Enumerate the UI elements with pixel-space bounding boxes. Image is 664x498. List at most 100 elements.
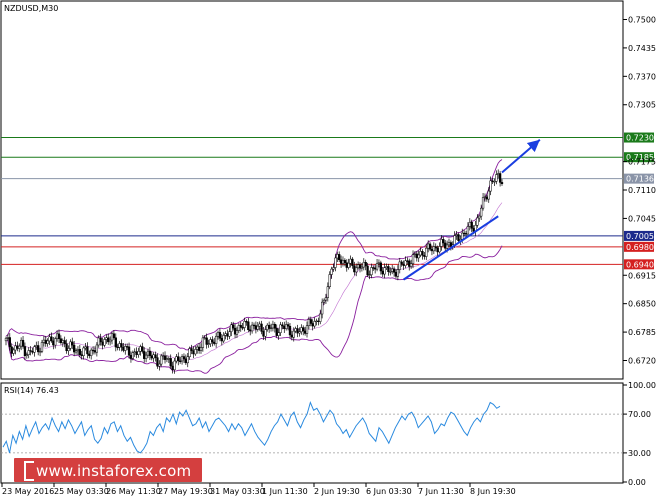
candle-body <box>44 339 47 344</box>
candle-body <box>438 246 441 253</box>
candle-body <box>184 358 187 364</box>
candle-body <box>375 263 379 270</box>
candle-body <box>419 251 422 256</box>
candle-body <box>74 350 78 353</box>
candle-body <box>264 329 267 337</box>
chart-title: NZDUSD,M30 <box>4 4 58 13</box>
candle-body <box>112 333 116 339</box>
candle-body <box>169 358 172 367</box>
candle-body <box>436 247 439 253</box>
candle-body <box>381 270 384 275</box>
candle-body <box>243 321 246 328</box>
price-tick-label: 0.7370 <box>628 72 656 81</box>
rsi-tick-label: 0.00 <box>628 478 646 487</box>
time-axis: 23 May 2016 25 May 03:3026 May 11:3027 Ma… <box>1 483 516 496</box>
candle-body <box>37 345 40 353</box>
candle-body <box>368 274 371 276</box>
candle-body <box>88 353 91 356</box>
candle-body <box>324 297 328 301</box>
candle-body <box>427 243 430 249</box>
annotations <box>403 138 541 281</box>
candle-body <box>279 324 282 333</box>
price-tick-label: 0.7110 <box>628 186 656 195</box>
candle-body <box>283 325 286 329</box>
candle-body <box>468 222 471 227</box>
forecast-arrow <box>501 138 541 174</box>
level-tag-label: 0.6940 <box>626 260 654 269</box>
price-tick-label: 0.7435 <box>628 44 656 53</box>
candle-body <box>478 215 481 219</box>
bollinger-bands <box>5 159 503 374</box>
candle-body <box>114 337 117 348</box>
candle-body <box>309 319 312 324</box>
candle-body <box>165 358 169 360</box>
rsi-line <box>2 400 501 454</box>
candle-body <box>489 180 492 192</box>
candle-body <box>409 263 413 267</box>
candle-body <box>40 342 44 352</box>
candle-body <box>266 324 269 330</box>
candle-body <box>472 228 475 232</box>
candle-body <box>417 254 420 259</box>
candle-body <box>99 337 102 343</box>
candle-body <box>120 343 123 348</box>
candle-body <box>167 358 170 360</box>
candle-body <box>182 356 186 360</box>
candle-body <box>483 196 487 198</box>
rsi-tick-label: 100.00 <box>628 381 656 390</box>
candle-body <box>139 346 142 352</box>
candle-body <box>249 329 252 332</box>
candle-body <box>326 286 329 298</box>
candle-body <box>330 268 333 275</box>
candle-body <box>481 197 485 209</box>
candle-body <box>288 325 292 336</box>
candle-body <box>214 336 218 344</box>
candle-body <box>103 339 106 346</box>
candle-body <box>131 352 134 359</box>
candle-body <box>349 258 352 264</box>
candle-body <box>63 340 66 344</box>
candle-body <box>230 324 233 332</box>
candle-body <box>281 324 284 327</box>
candle-body <box>269 327 273 330</box>
candle-body <box>97 337 100 346</box>
candle-body <box>292 330 295 338</box>
candle-body <box>148 350 152 356</box>
candle-body <box>163 355 167 360</box>
candle-body <box>430 248 434 252</box>
candle-body <box>93 350 97 353</box>
candle-body <box>14 345 17 351</box>
candle-body <box>129 355 133 359</box>
candle-body <box>65 343 68 352</box>
candle-body <box>59 338 63 343</box>
candle-body <box>275 328 278 336</box>
candle-body <box>127 346 131 356</box>
candle-body <box>406 260 409 262</box>
candle-body <box>271 323 275 329</box>
candle-body <box>201 337 205 348</box>
candle-body <box>360 266 364 269</box>
candle-body <box>336 254 339 259</box>
candle-body <box>110 333 114 341</box>
candle-body <box>237 325 241 331</box>
candle-body <box>332 267 335 270</box>
candle-body <box>285 324 288 329</box>
candle-body <box>78 349 81 355</box>
candle-body <box>207 343 210 345</box>
candle-body <box>235 330 239 335</box>
candle-body <box>91 349 95 352</box>
level-lines: 0.72300.71850.71360.70050.69800.6940 <box>1 132 654 270</box>
candle-body <box>356 264 360 269</box>
level-tag-label: 0.7136 <box>626 175 654 184</box>
candle-body <box>462 232 466 235</box>
candle-body <box>239 325 242 328</box>
candle-body <box>12 349 15 354</box>
candle-body <box>173 360 176 370</box>
candle-body <box>345 262 348 268</box>
candle-body <box>144 354 148 359</box>
candle-body <box>485 196 489 200</box>
candle-body <box>440 239 443 247</box>
candle-body <box>470 222 473 229</box>
candle-body <box>396 269 400 277</box>
candle-body <box>108 339 112 343</box>
